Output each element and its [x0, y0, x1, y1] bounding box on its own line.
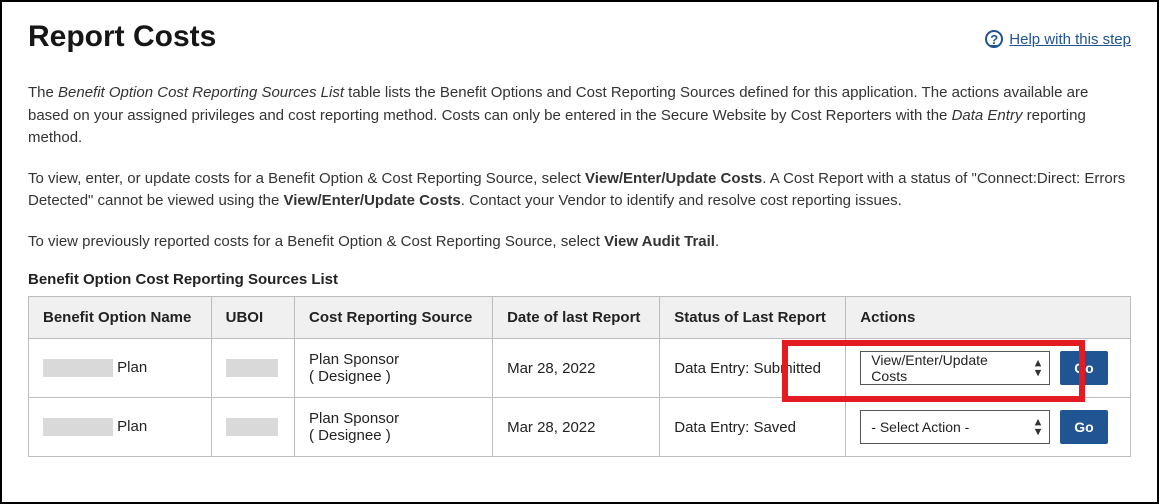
go-button[interactable]: Go: [1060, 351, 1107, 385]
page-title: Report Costs: [28, 20, 216, 54]
table-row: Plan Plan Sponsor ( Designee ) Mar 28, 2…: [29, 339, 1131, 398]
action-select[interactable]: - Select Action - ▴▾: [860, 410, 1050, 444]
redacted-block: [226, 418, 278, 436]
cell-benefit-option: Plan: [29, 398, 212, 457]
col-header-date: Date of last Report: [493, 297, 660, 339]
cell-status: Data Entry: Submitted: [660, 339, 846, 398]
col-header-actions: Actions: [846, 297, 1131, 339]
intro-paragraph-1: The Benefit Option Cost Reporting Source…: [28, 82, 1131, 150]
cell-uboi: [211, 398, 294, 457]
table-label: Benefit Option Cost Reporting Sources Li…: [28, 271, 1131, 288]
cell-source: Plan Sponsor ( Designee ): [295, 398, 493, 457]
intro-paragraph-3: To view previously reported costs for a …: [28, 231, 1131, 254]
action-select[interactable]: View/Enter/Update Costs ▴▾: [860, 351, 1050, 385]
action-select-value: View/Enter/Update Costs: [871, 352, 1023, 384]
cell-date: Mar 28, 2022: [493, 339, 660, 398]
col-header-benefit-option: Benefit Option Name: [29, 297, 212, 339]
intro-paragraph-2: To view, enter, or update costs for a Be…: [28, 168, 1131, 213]
cell-actions: View/Enter/Update Costs ▴▾ Go: [846, 339, 1131, 398]
col-header-source: Cost Reporting Source: [295, 297, 493, 339]
action-select-value: - Select Action -: [871, 419, 969, 435]
go-button[interactable]: Go: [1060, 410, 1107, 444]
col-header-uboi: UBOI: [211, 297, 294, 339]
redacted-block: [43, 418, 113, 436]
table-row: Plan Plan Sponsor ( Designee ) Mar 28, 2…: [29, 398, 1131, 457]
cell-uboi: [211, 339, 294, 398]
chevron-updown-icon: ▴▾: [1035, 358, 1042, 379]
help-icon: ?: [985, 30, 1003, 48]
redacted-block: [226, 359, 278, 377]
col-header-status: Status of Last Report: [660, 297, 846, 339]
help-link[interactable]: ? Help with this step: [985, 30, 1131, 48]
cell-status: Data Entry: Saved: [660, 398, 846, 457]
cell-benefit-option: Plan: [29, 339, 212, 398]
cell-source: Plan Sponsor ( Designee ): [295, 339, 493, 398]
cost-reporting-table: Benefit Option Name UBOI Cost Reporting …: [28, 296, 1131, 457]
redacted-block: [43, 359, 113, 377]
chevron-updown-icon: ▴▾: [1035, 417, 1042, 438]
cell-actions: - Select Action - ▴▾ Go: [846, 398, 1131, 457]
cell-date: Mar 28, 2022: [493, 398, 660, 457]
help-link-label: Help with this step: [1009, 31, 1131, 48]
